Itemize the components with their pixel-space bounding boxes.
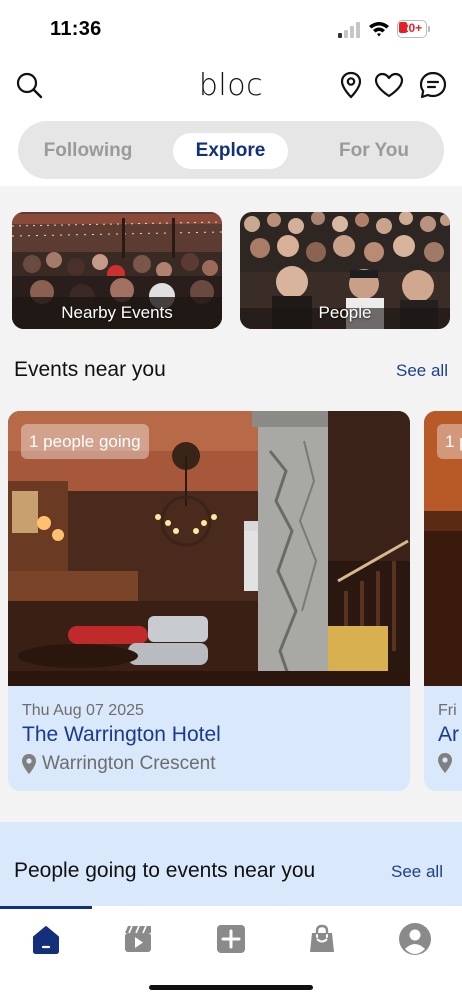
- nearby-events-card[interactable]: Nearby Events: [12, 212, 222, 329]
- event-title: The Warrington Hotel: [22, 723, 221, 746]
- home-icon[interactable]: [29, 922, 63, 956]
- app-header: bloc: [0, 62, 462, 112]
- people-going-badge: 1 people going: [21, 424, 149, 459]
- event-image: 1 people going: [8, 411, 410, 686]
- people-see-all-link[interactable]: See all: [391, 862, 443, 882]
- chat-icon[interactable]: [418, 70, 448, 100]
- events-section-title: Events near you: [14, 358, 166, 381]
- events-see-all-link[interactable]: See all: [396, 361, 448, 381]
- tab-for-you[interactable]: For You: [314, 133, 434, 169]
- battery-icon: 20+: [397, 20, 431, 38]
- event-location: Warrington Crescent: [22, 753, 216, 775]
- status-time: 11:36: [50, 18, 102, 40]
- home-indicator: [149, 985, 313, 990]
- event-image: 1 p: [424, 411, 462, 686]
- plus-square-icon[interactable]: [214, 922, 248, 956]
- event-card[interactable]: 1 p Fri Ar: [424, 411, 462, 791]
- event-date: Thu Aug 07 2025: [22, 702, 144, 719]
- location-pin-icon: [22, 754, 36, 774]
- event-location: [438, 753, 452, 773]
- people-going-badge: 1 p: [437, 424, 462, 459]
- tab-following[interactable]: Following: [28, 133, 148, 169]
- battery-level: 20+: [401, 21, 423, 35]
- active-tab-indicator: [0, 906, 92, 909]
- user-circle-icon[interactable]: [398, 922, 432, 956]
- event-date: Fri: [438, 702, 457, 719]
- people-label: People: [318, 303, 372, 322]
- tab-explore[interactable]: Explore: [173, 133, 288, 169]
- location-pin-icon[interactable]: [336, 70, 366, 100]
- people-going-section: People going to events near you See all: [0, 822, 462, 906]
- status-bar: 11:36 20+: [0, 0, 462, 58]
- location-pin-icon: [438, 753, 452, 773]
- event-location-text: Warrington Crescent: [42, 753, 216, 774]
- cellular-signal-icon: [338, 22, 360, 38]
- clapperboard-icon[interactable]: [121, 922, 155, 956]
- shopping-bag-icon[interactable]: [305, 922, 339, 956]
- people-section-title: People going to events near you: [14, 859, 316, 882]
- event-card[interactable]: 1 people going Thu Aug 07 2025 The Warri…: [8, 411, 410, 791]
- event-title: Ar: [438, 723, 459, 746]
- people-card[interactable]: People: [240, 212, 450, 329]
- heart-icon[interactable]: [374, 70, 404, 100]
- feed-tabs: Following Explore For You: [18, 121, 444, 179]
- explore-content: Nearby Events People Events near you See…: [0, 186, 462, 906]
- nearby-events-label: Nearby Events: [61, 303, 173, 322]
- wifi-icon: [369, 22, 389, 37]
